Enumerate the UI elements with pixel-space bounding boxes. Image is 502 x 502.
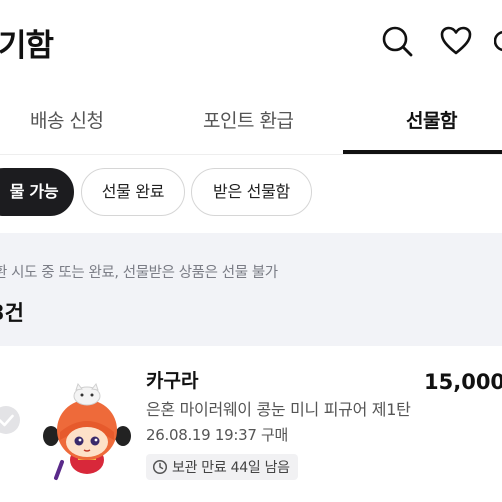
search-icon[interactable] (380, 24, 414, 58)
active-tab-indicator (343, 150, 502, 154)
storage-badge: 보관 만료 44일 남음 (146, 454, 298, 480)
tab-shipping-request[interactable]: 배송 신청 (30, 106, 104, 133)
notice-text: 환 시도 중 또는 완료, 선물받은 상품은 선물 불가 (0, 265, 278, 281)
product-price: 15,000원 (424, 370, 502, 394)
product-name[interactable]: 카구라 (146, 366, 198, 393)
filter-giftable[interactable]: 물 가능 (0, 168, 74, 216)
tab-bar: 배송 신청 포인트 환급 선물함 (0, 86, 502, 155)
purchase-date: 26.08.19 19:37 구매 (146, 426, 289, 444)
heart-icon[interactable] (439, 24, 473, 58)
product-thumbnail[interactable] (38, 374, 136, 484)
gift-item-card[interactable]: 카구라 15,000원 은혼 마이러웨이 콩눈 미니 피규어 제1탄 26.08… (0, 346, 502, 502)
top-bar: 기함 (0, 0, 502, 86)
check-icon[interactable] (0, 406, 20, 434)
notice-section: 환 시도 중 또는 완료, 선물받은 상품은 선물 불가 3건 (0, 233, 502, 346)
filter-gift-complete[interactable]: 선물 완료 (81, 168, 185, 216)
filter-received-gifts[interactable]: 받은 선물함 (191, 168, 312, 216)
product-description: 은혼 마이러웨이 콩눈 미니 피규어 제1탄 (146, 400, 411, 419)
more-icon[interactable] (494, 24, 502, 58)
clock-icon (152, 459, 168, 475)
tab-gift-box[interactable]: 선물함 (406, 106, 457, 133)
page-title: 기함 (0, 28, 54, 64)
tab-point-refund[interactable]: 포인트 환급 (203, 106, 294, 133)
item-count: 3건 (0, 301, 24, 325)
storage-text: 보관 만료 44일 남음 (172, 460, 290, 476)
